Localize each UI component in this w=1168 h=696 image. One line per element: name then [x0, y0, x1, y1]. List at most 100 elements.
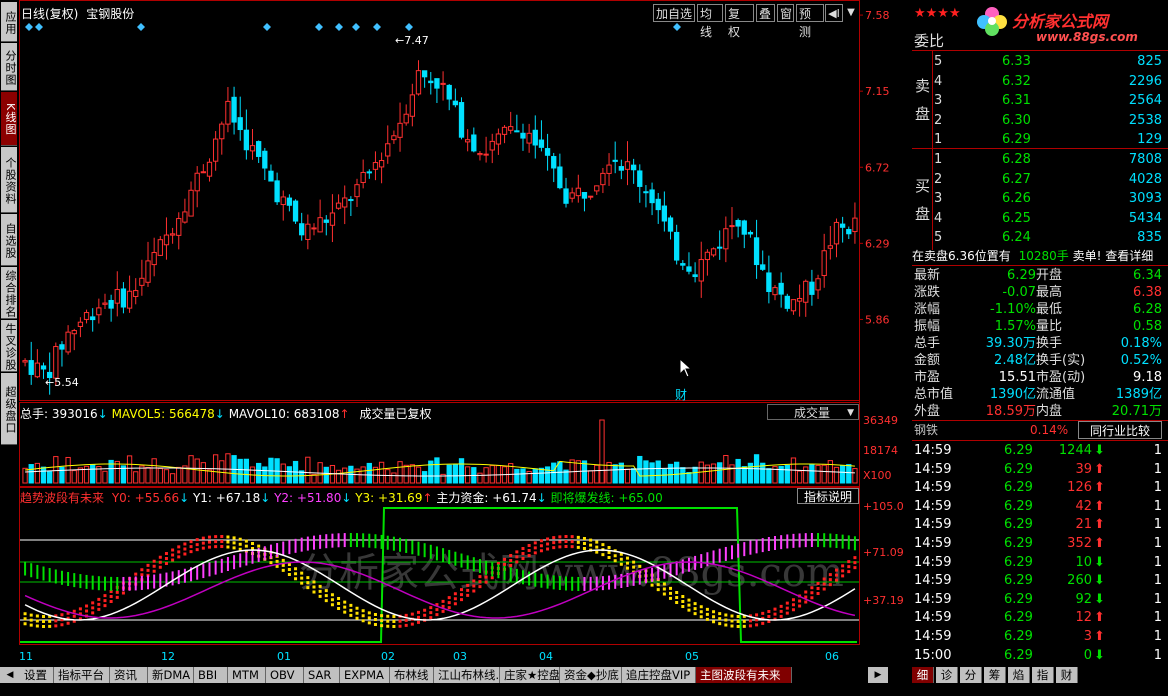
bottom-tab-15[interactable]: 主图波段有未来: [696, 667, 792, 683]
order-volume: 835: [1137, 230, 1162, 245]
volume-bar: [163, 469, 170, 484]
indicator-y0: Y0: +55.66: [111, 491, 180, 505]
right-tab-6[interactable]: 指: [1032, 667, 1054, 683]
big-order-alert[interactable]: 在卖盘6.36位置有 10280手 卖单! 查看详细: [912, 247, 1168, 265]
bottom-tab-11[interactable]: 江山布林线...: [434, 667, 500, 683]
candle-body: [83, 312, 90, 320]
volume-bar: [655, 460, 661, 484]
quote-label: 开盘: [1036, 268, 1063, 283]
volume-bar: [803, 466, 809, 484]
tick-price: 6.29: [1004, 554, 1033, 570]
candle-body: [415, 70, 422, 95]
indicator-help-button[interactable]: 指标说明: [797, 488, 859, 504]
bottom-tab-6[interactable]: MTM: [228, 667, 266, 683]
bottom-tab-10[interactable]: 布林线: [390, 667, 434, 683]
tick-price: 6.29: [1004, 517, 1033, 533]
candle-body: [698, 259, 704, 282]
big-order-detail-link[interactable]: 查看详细: [1105, 249, 1153, 263]
candle-body: [311, 227, 317, 230]
toolbar-button-5[interactable]: 窗: [777, 4, 794, 22]
bottom-tab-4[interactable]: 新DMA: [148, 667, 194, 683]
kline-chart-area[interactable]: 分析家公式网www.88gs.com 7.58 7.15 6.72 6.29 5.86 3…: [19, 0, 911, 666]
volume-bar: [637, 455, 643, 484]
bottom-tab-13[interactable]: 资金◆抄底: [560, 667, 622, 683]
candle-body: [305, 223, 311, 240]
candle-body: [385, 143, 391, 157]
price-tick-label: 7.15: [865, 85, 890, 98]
volume-bar: [599, 419, 605, 484]
left-tab-6[interactable]: 综合排名: [1, 267, 17, 319]
chevron-right-icon[interactable]: ▶: [868, 667, 888, 683]
price-tick-label: 5.86: [865, 313, 890, 326]
speaker-button[interactable]: ◀I: [825, 4, 843, 22]
volume-bar: [280, 463, 286, 484]
arrow-up-icon: ⬆: [1094, 480, 1105, 496]
volume-bar: [833, 466, 840, 484]
order-level: 4: [934, 73, 943, 89]
tick-row: 14:59 6.29 21 ⬆ 1: [912, 516, 1168, 534]
order-volume: 2538: [1128, 112, 1162, 128]
toolbar-button-1[interactable]: 加自选: [653, 4, 695, 22]
bottom-tab-3[interactable]: 资讯: [110, 667, 148, 683]
right-tab-5[interactable]: 焰: [1008, 667, 1030, 683]
left-tab-8[interactable]: 超级盘口: [1, 373, 17, 445]
toolbar-button-4[interactable]: 叠: [756, 4, 775, 22]
bottom-tab-14[interactable]: 追庄控盘VIP: [622, 667, 696, 683]
left-tab-2[interactable]: 分时图: [1, 43, 17, 91]
diamond-marker-icon: [25, 23, 33, 31]
indicator-tick-label: +71.09: [863, 546, 904, 559]
quote-value: 0.52%: [1120, 353, 1162, 368]
candle-body: [717, 246, 723, 249]
right-tab-7[interactable]: 财: [1056, 667, 1078, 683]
bottom-tab-1[interactable]: 设置: [20, 667, 54, 683]
candle-body: [465, 139, 471, 143]
left-tab-3[interactable]: K线图: [1, 92, 17, 146]
chevron-down-icon[interactable]: ▼: [845, 4, 857, 22]
quote-value: -0.07: [1002, 285, 1036, 300]
diamond-marker-icon: [35, 23, 43, 31]
chevron-left-icon[interactable]: ◀: [0, 667, 20, 683]
volume-bar: [649, 462, 655, 484]
quote-value: 1.57%: [994, 319, 1036, 334]
right-tab-4[interactable]: 筹: [984, 667, 1006, 683]
bottom-tab-8[interactable]: SAR: [304, 667, 340, 683]
finance-marker[interactable]: 财: [675, 386, 687, 403]
candle-body: [784, 295, 790, 309]
bottom-tab-5[interactable]: BBI: [194, 667, 228, 683]
arrow-up-icon: ⬆: [1094, 629, 1105, 644]
right-tab-2[interactable]: 诊: [936, 667, 958, 683]
left-tab-7[interactable]: 牛叉诊股: [1, 320, 17, 372]
order-volume: 129: [1137, 132, 1162, 147]
tick-price: 6.29: [1004, 647, 1033, 663]
right-tab-1[interactable]: 细: [912, 667, 934, 683]
quote-label: 总手: [914, 336, 941, 351]
candle-body: [587, 195, 594, 198]
bottom-tab-9[interactable]: EXPMA: [340, 667, 390, 683]
tick-count: 1: [1153, 536, 1162, 551]
volume-selector[interactable]: 成交量 ▼: [767, 404, 859, 420]
order-price: 6.26: [1002, 191, 1031, 206]
candle-body: [563, 188, 569, 204]
volume-bar: [415, 466, 422, 484]
left-tab-1[interactable]: 应用: [1, 2, 17, 42]
industry-compare-button[interactable]: 同行业比较: [1078, 421, 1162, 439]
tick-price: 6.29: [1004, 610, 1033, 626]
candle-body: [821, 250, 827, 277]
left-tab-5[interactable]: 自选股: [1, 214, 17, 266]
chart-canvas[interactable]: 分析家公式网www.88gs.com 7.587.156.726.295.863…: [19, 0, 911, 666]
volume-bar: [465, 466, 471, 484]
right-tab-3[interactable]: 分: [960, 667, 982, 683]
bottom-tab-7[interactable]: OBV: [266, 667, 304, 683]
candle-body: [40, 365, 47, 370]
toolbar-button-2[interactable]: 均线: [697, 4, 723, 39]
candle-body: [151, 252, 157, 266]
candle-body: [796, 297, 803, 302]
toolbar-button-6[interactable]: 预测: [796, 4, 824, 39]
bottom-tab-12[interactable]: 庄家★控盘: [500, 667, 560, 683]
toolbar-button-3[interactable]: 复权: [725, 4, 754, 39]
candle-body: [96, 307, 102, 316]
bottom-tab-2[interactable]: 指标平台: [54, 667, 110, 683]
volume-bar: [514, 468, 520, 484]
quote-value: 2.48亿: [994, 353, 1036, 368]
left-tab-4[interactable]: 个股资料: [1, 147, 17, 213]
